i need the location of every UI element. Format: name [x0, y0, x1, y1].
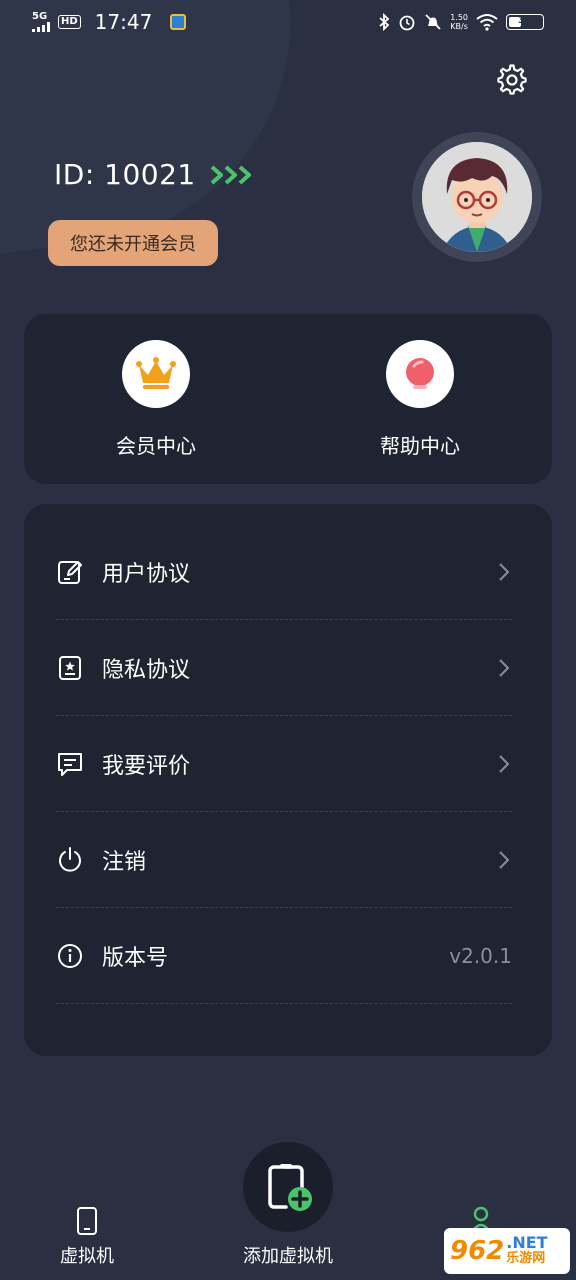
status-bar: 5G HD 17:47 1.50 KB/s 38 — [0, 0, 576, 44]
gear-icon — [497, 64, 527, 95]
bulb-icon — [406, 358, 434, 389]
battery-level-text: 38 — [518, 15, 532, 26]
menu-item-rate-app[interactable]: 我要评价 — [56, 716, 512, 812]
watermark-number: 962 — [450, 1236, 505, 1266]
avatar — [422, 142, 532, 252]
help-center-icon-wrap — [386, 340, 454, 408]
member-center-label: 会员中心 — [116, 434, 196, 458]
profile-id-row[interactable]: ID: 10021 — [54, 158, 256, 191]
menu-label-user-agreement: 用户协议 — [102, 561, 191, 587]
settings-button[interactable] — [496, 64, 528, 96]
status-left: 5G HD 17:47 — [32, 10, 187, 34]
avatar-ring[interactable] — [412, 132, 542, 262]
user-id: ID: 10021 — [54, 158, 196, 191]
add-device-icon — [268, 1164, 312, 1211]
wifi-icon — [476, 14, 498, 31]
nav-tab-label: 虚拟机 — [60, 1246, 114, 1267]
comment-icon — [58, 752, 82, 776]
quick-actions-card: 会员中心 帮助中心 — [24, 314, 552, 484]
net-speed-unit: KB/s — [450, 22, 468, 31]
menu-label-rate-app: 我要评价 — [102, 753, 191, 779]
app-notification-icon — [170, 14, 187, 30]
watermark-cn: 乐游网 — [506, 1251, 546, 1266]
menu-item-privacy-agreement[interactable]: 隐私协议 — [56, 620, 512, 716]
signal-bars-icon — [32, 22, 50, 32]
avatar-illustration — [422, 142, 532, 252]
hd-badge: HD — [58, 15, 81, 29]
version-value: v2.0.1 — [449, 943, 512, 968]
menu-item-version: 版本号 v2.0.1 — [56, 908, 512, 1004]
mute-icon — [425, 14, 441, 30]
privacy-doc-icon — [59, 655, 81, 680]
chevron-right-icon — [499, 850, 510, 869]
net-speed: 1.50 KB/s — [450, 13, 468, 31]
crown-icon — [136, 357, 176, 389]
triple-arrow-icon — [210, 165, 251, 184]
status-right: 1.50 KB/s 38 — [378, 13, 544, 31]
menu-label-privacy-agreement: 隐私协议 — [102, 657, 191, 683]
add-virtual-machine-label: 添加虚拟机 — [243, 1246, 333, 1267]
site-watermark-logo: 962 .NET 乐游网 — [444, 1228, 570, 1274]
menu-label-version: 版本号 — [102, 945, 169, 971]
net-speed-value: 1.50 — [450, 13, 468, 22]
watermark-net: .NET — [506, 1233, 548, 1252]
member-center-button[interactable]: 会员中心 — [86, 340, 226, 459]
chevron-right-icon — [499, 754, 510, 773]
bluetooth-icon — [379, 13, 390, 31]
add-virtual-machine-button[interactable] — [243, 1142, 333, 1232]
watermark-right: .NET 乐游网 — [506, 1235, 547, 1267]
signal-indicator: 5G — [32, 12, 52, 32]
chevron-right-icon — [499, 658, 510, 677]
vip-status-button[interactable]: 您还未开通会员 — [48, 220, 218, 266]
menu-item-logout[interactable]: 注销 — [56, 812, 512, 908]
menu-label-logout: 注销 — [102, 849, 147, 875]
battery-indicator: 38 — [506, 14, 544, 30]
phone-icon — [77, 1207, 97, 1235]
chevron-right-icon — [499, 562, 510, 581]
nav-tab-virtual-machine[interactable]: 虚拟机 — [60, 1206, 114, 1268]
signal-label: 5G — [32, 11, 48, 22]
menu-card: 用户协议 隐私协议 我要评价 注销 版本号 v2.0.1 — [24, 504, 552, 1056]
info-icon — [58, 943, 82, 968]
help-center-button[interactable]: 帮助中心 — [350, 340, 490, 459]
member-center-icon-wrap — [122, 340, 190, 408]
power-icon — [59, 846, 81, 872]
menu-item-user-agreement[interactable]: 用户协议 — [56, 524, 512, 620]
clock: 17:47 — [94, 10, 153, 34]
edit-doc-icon — [58, 560, 82, 584]
help-center-label: 帮助中心 — [380, 434, 460, 458]
alarm-icon — [399, 15, 415, 31]
